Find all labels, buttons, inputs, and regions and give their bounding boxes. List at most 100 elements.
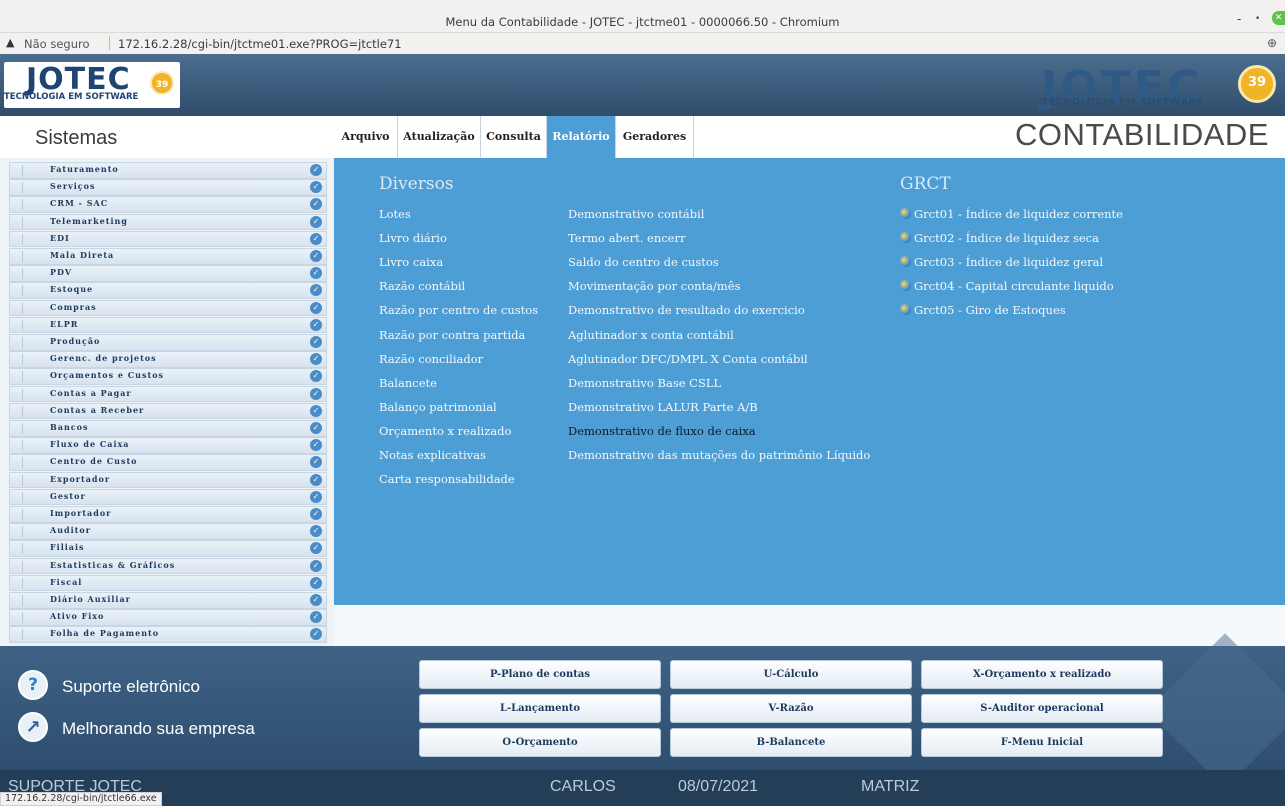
quick-button-v-razao[interactable]: V-Razão [670, 694, 912, 723]
quick-button-u-calculo[interactable]: U-Cálculo [670, 660, 912, 689]
restore-icon[interactable]: • [1255, 14, 1260, 24]
help-icon[interactable] [18, 670, 48, 700]
report-link-balancete[interactable]: Balancete [379, 376, 437, 390]
menu-atualizacao[interactable]: Atualização [398, 116, 481, 158]
report-link-razao-por-centro-de-custos[interactable]: Razão por centro de custos [379, 303, 538, 317]
sidebar-item-importador[interactable]: Importador ✓ [9, 506, 327, 523]
report-link-razao-contabil[interactable]: Razão contábil [379, 279, 465, 293]
minimize-icon[interactable]: - [1237, 12, 1241, 26]
address-bar[interactable]: ▲ Não seguro 172.16.2.28/cgi-bin/jtctme0… [0, 33, 1285, 54]
zoom-icon[interactable]: ⊕ [1267, 36, 1277, 50]
report-link-label: Demonstrativo de resultado do exercicio [568, 303, 805, 318]
report-link-grct02-indice-de-liquidez-seca[interactable]: Grct02 - Índice de liquidez seca [900, 231, 1099, 245]
growth-chart-icon[interactable] [18, 712, 48, 742]
sidebar-item-fiscal[interactable]: Fiscal ✓ [9, 574, 327, 592]
report-link-livro-caixa[interactable]: Livro caixa [379, 255, 443, 269]
report-link-livro-diario[interactable]: Livro diário [379, 231, 447, 245]
report-link-label: Grct04 - Capital circulante liquido [914, 279, 1114, 294]
sidebar-item-filiais[interactable]: Filiais ✓ [9, 540, 327, 557]
sidebar-item-gerenc-de-projetos[interactable]: Gerenc. de projetos ✓ [9, 351, 327, 368]
quick-button-b-balancete[interactable]: B-Balancete [670, 728, 912, 757]
report-link-termo-abert-encerr[interactable]: Termo abert. encerr [568, 231, 685, 245]
sidebar-item-estatisticas-graficos[interactable]: Estatisticas & Gráficos ✓ [9, 557, 327, 575]
support-link[interactable]: Suporte eletrônico [62, 677, 200, 697]
report-link-demonstrativo-de-fluxo-de-caixa[interactable]: Demonstrativo de fluxo de caixa [568, 424, 756, 438]
check-icon: ✓ [310, 215, 322, 228]
quick-button-l-lancamento[interactable]: L-Lançamento [419, 694, 661, 723]
sidebar-item-crm-sac[interactable]: CRM - SAC ✓ [9, 196, 327, 213]
bottom-panel: Suporte eletrônico Melhorando sua empres… [0, 633, 1285, 789]
report-link-grct05-giro-de-estoques[interactable]: Grct05 - Giro de Estoques [900, 303, 1066, 317]
menu-consulta[interactable]: Consulta [481, 116, 547, 158]
close-icon[interactable]: ✕ [1272, 11, 1285, 25]
module-title: CONTABILIDADE [1015, 117, 1269, 152]
quick-button-o-orcamento[interactable]: O-Orçamento [419, 728, 661, 757]
quick-button-s-auditor-operacional[interactable]: S-Auditor operacional [921, 694, 1163, 723]
sidebar: Faturamento ✓ Serviços ✓ CRM - SAC ✓ Telemarke… [0, 158, 334, 646]
sidebar-item-contas-a-receber[interactable]: Contas a Receber ✓ [9, 402, 327, 420]
menu-relatorio[interactable]: Relatório [547, 116, 616, 158]
row-handle [22, 491, 23, 503]
sidebar-item-estoque[interactable]: Estoque ✓ [9, 282, 327, 299]
check-icon: ✓ [310, 508, 322, 520]
sidebar-item-pdv[interactable]: PDV ✓ [9, 265, 327, 282]
security-label[interactable]: Não seguro [24, 37, 90, 51]
report-link-label: Carta responsabilidade [379, 472, 515, 487]
report-link-grct04-capital-circulante-liquido[interactable]: Grct04 - Capital circulante liquido [900, 279, 1114, 293]
sidebar-item-exportador[interactable]: Exportador ✓ [9, 471, 327, 489]
sidebar-item-orcamentos-e-custos[interactable]: Orçamentos e Custos ✓ [9, 368, 327, 385]
sidebar-title: Sistemas [35, 127, 118, 149]
sidebar-item-label: Estatisticas & Gráficos [50, 559, 176, 570]
url-field[interactable]: 172.16.2.28/cgi-bin/jtctme01.exe?PROG=jt… [118, 37, 402, 51]
sidebar-item-compras[interactable]: Compras ✓ [9, 299, 327, 317]
report-link-demonstrativo-contabil[interactable]: Demonstrativo contábil [568, 207, 704, 221]
row-handle [22, 268, 23, 280]
improve-link[interactable]: Melhorando sua empresa [62, 719, 255, 739]
report-link-razao-conciliador[interactable]: Razão conciliador [379, 352, 483, 366]
menu-arquivo[interactable]: Arquivo [334, 116, 398, 158]
menu-geradores[interactable]: Geradores [616, 116, 694, 158]
report-link-demonstrativo-de-resultado-do-exercicio[interactable]: Demonstrativo de resultado do exercicio [568, 303, 805, 317]
sidebar-item-diario-auxiliar[interactable]: Diário Auxiliar ✓ [9, 592, 327, 609]
sidebar-item-bancos[interactable]: Bancos ✓ [9, 420, 327, 437]
sidebar-item-ativo-fixo[interactable]: Ativo Fixo ✓ [9, 609, 327, 626]
report-link-demonstrativo-das-mutacoes-do-patrimonio-liquido[interactable]: Demonstrativo das mutações do patrimônio… [568, 448, 870, 462]
report-link-lotes[interactable]: Lotes [379, 207, 411, 221]
quick-button-x-orcamento-x-realizado[interactable]: X-Orçamento x realizado [921, 660, 1163, 689]
row-handle [22, 423, 23, 434]
report-link-saldo-do-centro-de-custos[interactable]: Saldo do centro de custos [568, 255, 719, 269]
report-link-demonstrativo-lalur-parte-a-b[interactable]: Demonstrativo LALUR Parte A/B [568, 400, 758, 414]
report-link-label: Movimentação por conta/mês [568, 279, 741, 294]
sidebar-item-fluxo-de-caixa[interactable]: Fluxo de Caixa ✓ [9, 437, 327, 454]
sidebar-item-mala-direta[interactable]: Mala Direta ✓ [9, 248, 327, 265]
report-link-demonstrativo-base-csll[interactable]: Demonstrativo Base CSLL [568, 376, 721, 390]
quick-button-p-plano-de-contas[interactable]: P-Plano de contas [419, 660, 661, 689]
report-link-notas-explicativas[interactable]: Notas explicativas [379, 448, 486, 462]
sidebar-item-producao[interactable]: Produção ✓ [9, 334, 327, 351]
report-link-carta-responsabilidade[interactable]: Carta responsabilidade [379, 472, 515, 486]
sidebar-item-contas-a-pagar[interactable]: Contas a Pagar ✓ [9, 385, 327, 403]
report-link-aglutinador-dfc-dmpl-x-conta-contabil[interactable]: Aglutinador DFC/DMPL X Conta contábil [568, 352, 808, 366]
report-link-orcamento-x-realizado[interactable]: Orçamento x realizado [379, 424, 511, 438]
report-link-movimentacao-por-conta-mes[interactable]: Movimentação por conta/mês [568, 279, 741, 293]
sidebar-item-faturamento[interactable]: Faturamento ✓ [9, 162, 327, 179]
check-icon: ✓ [310, 439, 322, 452]
warning-icon[interactable]: ▲ [6, 36, 14, 49]
sidebar-item-auditor[interactable]: Auditor ✓ [9, 523, 327, 540]
sidebar-item-centro-de-custo[interactable]: Centro de Custo ✓ [9, 454, 327, 471]
quick-button-f-menu-inicial[interactable]: F-Menu Inicial [921, 728, 1163, 757]
sidebar-item-edi[interactable]: EDI ✓ [9, 230, 327, 248]
report-link-balanco-patrimonial[interactable]: Balanço patrimonial [379, 400, 497, 414]
sidebar-item-folha-de-pagamento[interactable]: Folha de Pagamento ✓ [9, 626, 327, 643]
sidebar-item-elpr[interactable]: ELPR ✓ [9, 316, 327, 334]
report-link-grct01-indice-de-liquidez-corrente[interactable]: Grct01 - Índice de liquidez corrente [900, 207, 1123, 221]
sidebar-item-gestor[interactable]: Gestor ✓ [9, 488, 327, 506]
report-link-razao-por-contra-partida[interactable]: Razão por contra partida [379, 328, 525, 342]
report-link-grct03-indice-de-liquidez-geral[interactable]: Grct03 - Índice de liquidez geral [900, 255, 1103, 269]
report-link-label: Aglutinador DFC/DMPL X Conta contábil [568, 351, 808, 366]
report-link-aglutinador-x-conta-contabil[interactable]: Aglutinador x conta contábil [568, 328, 734, 342]
sidebar-item-servicos[interactable]: Serviços ✓ [9, 179, 327, 196]
jotec-logo[interactable]: JOTEC TECNOLOGIA EM SOFTWARE 39 [4, 62, 180, 108]
sidebar-item-telemarketing[interactable]: Telemarketing ✓ [9, 213, 327, 231]
report-link-label: Lotes [379, 207, 411, 221]
